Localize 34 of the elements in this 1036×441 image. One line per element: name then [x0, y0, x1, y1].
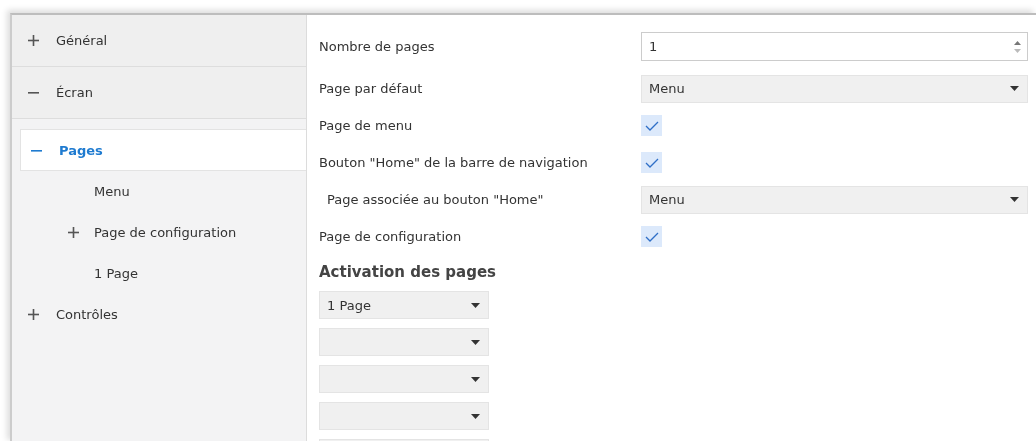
expand-icon[interactable] — [67, 227, 79, 238]
caret-icon — [1010, 86, 1019, 91]
checkmark-icon — [644, 156, 659, 169]
checkbox[interactable] — [641, 152, 662, 173]
checkmark-icon — [644, 119, 659, 132]
dropdown[interactable]: Menu — [641, 74, 1028, 103]
caret-icon — [471, 376, 480, 382]
tree-item[interactable]: Contrôles — [12, 294, 306, 335]
tree-item[interactable]: Menu — [12, 171, 306, 212]
tree-item[interactable]: Page de configuration — [12, 212, 306, 253]
setting-label: Page de configuration — [319, 229, 463, 244]
caret-icon — [1010, 197, 1019, 202]
checkmark-icon — [644, 230, 659, 243]
section-heading: Activation des pages — [319, 263, 497, 281]
dropdown[interactable]: Menu — [641, 185, 1028, 214]
expand-icon[interactable] — [27, 309, 39, 320]
dropdown[interactable]: 1 Page — [319, 291, 489, 319]
setting-label: Nombre de pages — [319, 39, 436, 54]
caret-icon — [471, 413, 480, 419]
caret-icon — [471, 302, 480, 308]
tree-item[interactable]: Général — [12, 15, 306, 67]
checkbox[interactable] — [641, 226, 662, 247]
setting-label: Page associée au bouton "Home" — [326, 192, 545, 207]
setting-label: Page par défaut — [319, 81, 424, 96]
expand-icon[interactable] — [27, 35, 39, 46]
tree-item[interactable]: Pages — [20, 129, 306, 171]
setting-label: Page de menu — [319, 118, 414, 133]
spinner-arrows-icon[interactable] — [1014, 39, 1021, 54]
caret-icon — [471, 339, 480, 345]
setting-label: Bouton "Home" de la barre de navigation — [319, 155, 589, 170]
checkbox[interactable] — [641, 115, 662, 136]
tree-item[interactable]: 1 Page — [12, 253, 306, 294]
tree-item[interactable]: Écran — [12, 67, 306, 119]
number-field[interactable]: 1 — [641, 32, 1028, 61]
